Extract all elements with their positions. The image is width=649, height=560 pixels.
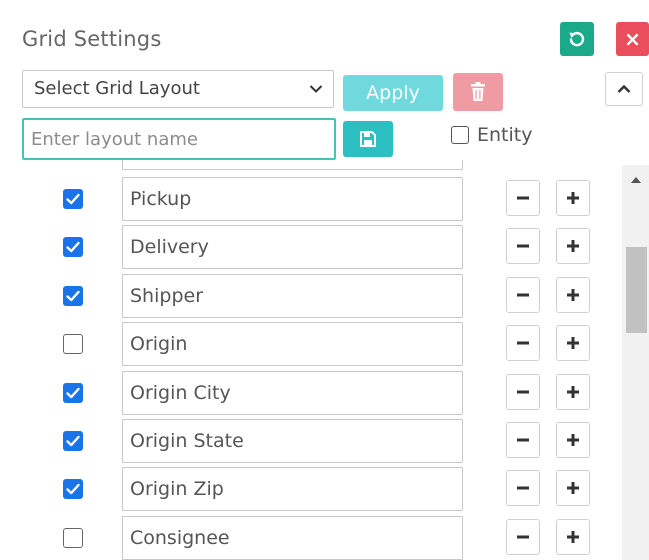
increase-width-button[interactable] (556, 470, 590, 507)
column-name-field[interactable]: Shipper (122, 273, 463, 318)
column-row: Origin State (0, 419, 620, 463)
column-visible-checkbox[interactable] (63, 237, 83, 258)
column-row: Consignee (0, 515, 620, 560)
plus-icon (567, 192, 579, 204)
collapse-button[interactable] (605, 72, 643, 106)
entity-checkbox-group[interactable]: Entity (451, 124, 532, 146)
decrease-width-button[interactable] (506, 518, 540, 555)
checkmark-icon (66, 435, 80, 447)
save-layout-button[interactable] (343, 121, 393, 157)
minus-icon (517, 438, 529, 442)
grid-layout-select[interactable]: Select Grid Layout (22, 70, 334, 108)
decrease-width-button[interactable] (506, 180, 540, 216)
reset-button[interactable] (560, 22, 594, 56)
chevron-up-icon (617, 84, 631, 93)
grid-settings-panel: Grid Settings × Select Grid Layout Apply (0, 0, 649, 560)
apply-button[interactable]: Apply (343, 75, 443, 111)
chevron-down-icon (309, 85, 323, 93)
decrease-width-button[interactable] (506, 470, 540, 507)
checkmark-icon (66, 290, 80, 301)
column-name-field[interactable]: Origin City (122, 370, 463, 415)
column-visible-checkbox[interactable] (63, 189, 83, 209)
increase-width-button[interactable] (556, 276, 590, 313)
plus-icon (567, 337, 579, 350)
column-name-field[interactable]: Origin Zip (122, 467, 463, 512)
entity-checkbox[interactable] (451, 126, 469, 144)
panel-title: Grid Settings (22, 27, 162, 51)
column-row: Pickup (0, 177, 620, 221)
grid-layout-select-value: Select Grid Layout (34, 78, 200, 99)
scroll-up-arrow-icon[interactable] (622, 165, 649, 195)
decrease-width-button[interactable] (506, 373, 540, 410)
checkmark-icon (66, 484, 80, 495)
column-visible-checkbox[interactable] (63, 285, 83, 306)
decrease-width-button[interactable] (506, 228, 540, 265)
plus-icon (567, 434, 579, 446)
checkmark-icon (66, 387, 80, 398)
scrollbar-thumb[interactable] (626, 247, 647, 333)
minus-icon (517, 486, 529, 490)
decrease-width-button[interactable] (506, 422, 540, 458)
plus-icon (567, 530, 579, 543)
column-row: Shipper (0, 273, 620, 318)
column-visible-checkbox[interactable] (63, 431, 83, 451)
plus-icon (567, 482, 579, 495)
column-row: Origin Zip (0, 467, 620, 512)
refresh-icon (569, 31, 585, 47)
column-name-field[interactable]: Consignee (122, 515, 463, 560)
column-name-field[interactable]: Delivery (122, 225, 463, 270)
increase-width-button[interactable] (556, 180, 590, 216)
scrollbar[interactable] (622, 165, 649, 560)
column-name-field[interactable]: Origin (122, 322, 463, 367)
increase-width-button[interactable] (556, 325, 590, 362)
layout-name-input[interactable] (22, 118, 336, 160)
column-row: Origin City (0, 370, 620, 415)
increase-width-button[interactable] (556, 373, 590, 410)
column-visible-checkbox[interactable] (63, 527, 83, 548)
decrease-width-button[interactable] (506, 325, 540, 362)
minus-icon (517, 293, 529, 297)
increase-width-button[interactable] (556, 518, 590, 555)
column-visible-checkbox[interactable] (63, 479, 83, 500)
column-visible-checkbox[interactable] (63, 334, 83, 355)
plus-icon (567, 240, 579, 253)
minus-icon (517, 196, 529, 200)
column-name-field[interactable]: Pickup (122, 177, 463, 221)
floppy-disk-icon (360, 131, 376, 147)
decrease-width-button[interactable] (506, 276, 540, 313)
minus-icon (517, 535, 529, 539)
minus-icon (517, 390, 529, 394)
checkmark-icon (66, 193, 80, 205)
increase-width-button[interactable] (556, 422, 590, 458)
minus-icon (517, 244, 529, 248)
column-name-field[interactable]: Origin State (122, 419, 463, 463)
trash-icon (471, 82, 485, 101)
delete-layout-button[interactable] (453, 73, 503, 111)
close-button[interactable]: × (616, 22, 649, 56)
entity-label: Entity (477, 124, 533, 146)
column-list: Pickup Delivery Shipper Origin Origin City Or… (0, 160, 620, 560)
close-icon: × (624, 27, 641, 51)
column-row: Delivery (0, 225, 620, 270)
minus-icon (517, 341, 529, 345)
column-field-partial (122, 160, 463, 170)
plus-icon (567, 288, 579, 301)
checkmark-icon (66, 242, 80, 253)
column-visible-checkbox[interactable] (63, 382, 83, 403)
plus-icon (567, 385, 579, 398)
increase-width-button[interactable] (556, 228, 590, 265)
column-row: Origin (0, 322, 620, 367)
